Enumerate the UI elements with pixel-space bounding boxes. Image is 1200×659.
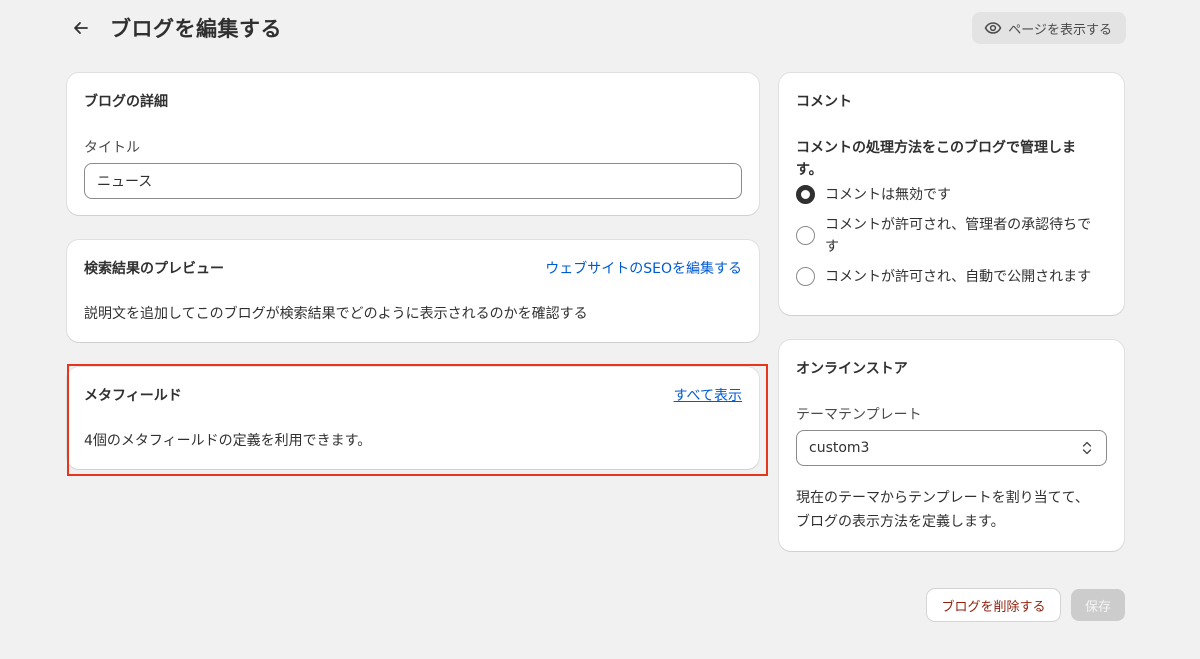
save-button[interactable]: 保存 (1071, 589, 1125, 621)
card-title: オンラインストア (796, 361, 908, 377)
metafields-description: 4個のメタフィールドの定義を利用できます。 (84, 433, 372, 449)
card-header: 検索結果のプレビュー ウェブサイトのSEOを編集する (84, 258, 742, 278)
radio-label: コメントは無効です (825, 187, 951, 203)
template-label: テーマテンプレート (796, 407, 922, 423)
online-store-card: オンラインストア テーマテンプレート custom3 現在のテーマからテンプレー… (779, 340, 1124, 551)
edit-seo-link[interactable]: ウェブサイトのSEOを編集する (545, 258, 742, 278)
header-left: ブログを編集する (66, 13, 282, 43)
card-title: 検索結果のプレビュー (84, 261, 224, 277)
delete-blog-label: ブログを削除する (941, 599, 1046, 615)
blog-details-card: ブログの詳細 タイトル ニュース (67, 73, 759, 215)
arrow-left-icon (74, 22, 88, 34)
seo-preview-card: 検索結果のプレビュー ウェブサイトのSEOを編集する 説明文を追加してこのブログ… (67, 240, 759, 342)
radio-option-moderated[interactable]: コメントが許可され、管理者の承認待ちで す (796, 214, 1107, 258)
title-input[interactable]: ニュース (84, 163, 742, 199)
card-title: ブログの詳細 (84, 94, 168, 110)
radio-option-disabled[interactable]: コメントは無効です (796, 184, 1107, 206)
radio-button[interactable] (796, 267, 815, 286)
card-title: メタフィールド (84, 388, 182, 404)
radio-label: コメントが許可され、管理者の承認待ちで す (825, 217, 1092, 255)
template-select[interactable]: custom3 (796, 430, 1107, 466)
comments-question: コメントの処理方法をこのブログで管理しま す。 (796, 140, 1076, 178)
radio-button[interactable] (796, 185, 815, 204)
card-title: コメント (796, 94, 852, 110)
eye-icon (984, 22, 1002, 34)
view-page-label: ページを表示する (1008, 22, 1112, 38)
save-label: 保存 (1084, 599, 1111, 615)
radio-option-auto-publish[interactable]: コメントが許可され、自動で公開されます (796, 266, 1107, 288)
select-chevrons-icon (1082, 441, 1092, 455)
title-label: タイトル (84, 140, 140, 156)
card-header: メタフィールド すべて表示 (84, 385, 742, 405)
comments-card: コメント コメントの処理方法をこのブログで管理しま す。 コメントは無効です コ… (779, 73, 1124, 315)
radio-button[interactable] (796, 226, 815, 245)
title-input-value: ニュース (97, 174, 153, 190)
seo-description: 説明文を追加してこのブログが検索結果でどのように表示されるのかを確認する (84, 306, 588, 322)
view-page-button[interactable]: ページを表示する (972, 12, 1126, 44)
template-select-value: custom3 (809, 440, 870, 456)
back-button[interactable] (66, 13, 96, 43)
delete-blog-button[interactable]: ブログを削除する (927, 589, 1060, 621)
template-help-text: 現在のテーマからテンプレートを割り当てて、 ブログの表示方法を定義します。 (796, 490, 1089, 530)
comments-radio-group: コメントは無効です コメントが許可され、管理者の承認待ちで す コメントが許可さ… (796, 184, 1107, 288)
page-title: ブログを編集する (110, 17, 282, 41)
view-all-metafields-link[interactable]: すべて表示 (674, 385, 742, 405)
radio-label: コメントが許可され、自動で公開されます (825, 269, 1092, 285)
metafields-card: メタフィールド すべて表示 4個のメタフィールドの定義を利用できます。 (67, 367, 759, 469)
page-header: ブログを編集する ページを表示する (66, 10, 1126, 46)
